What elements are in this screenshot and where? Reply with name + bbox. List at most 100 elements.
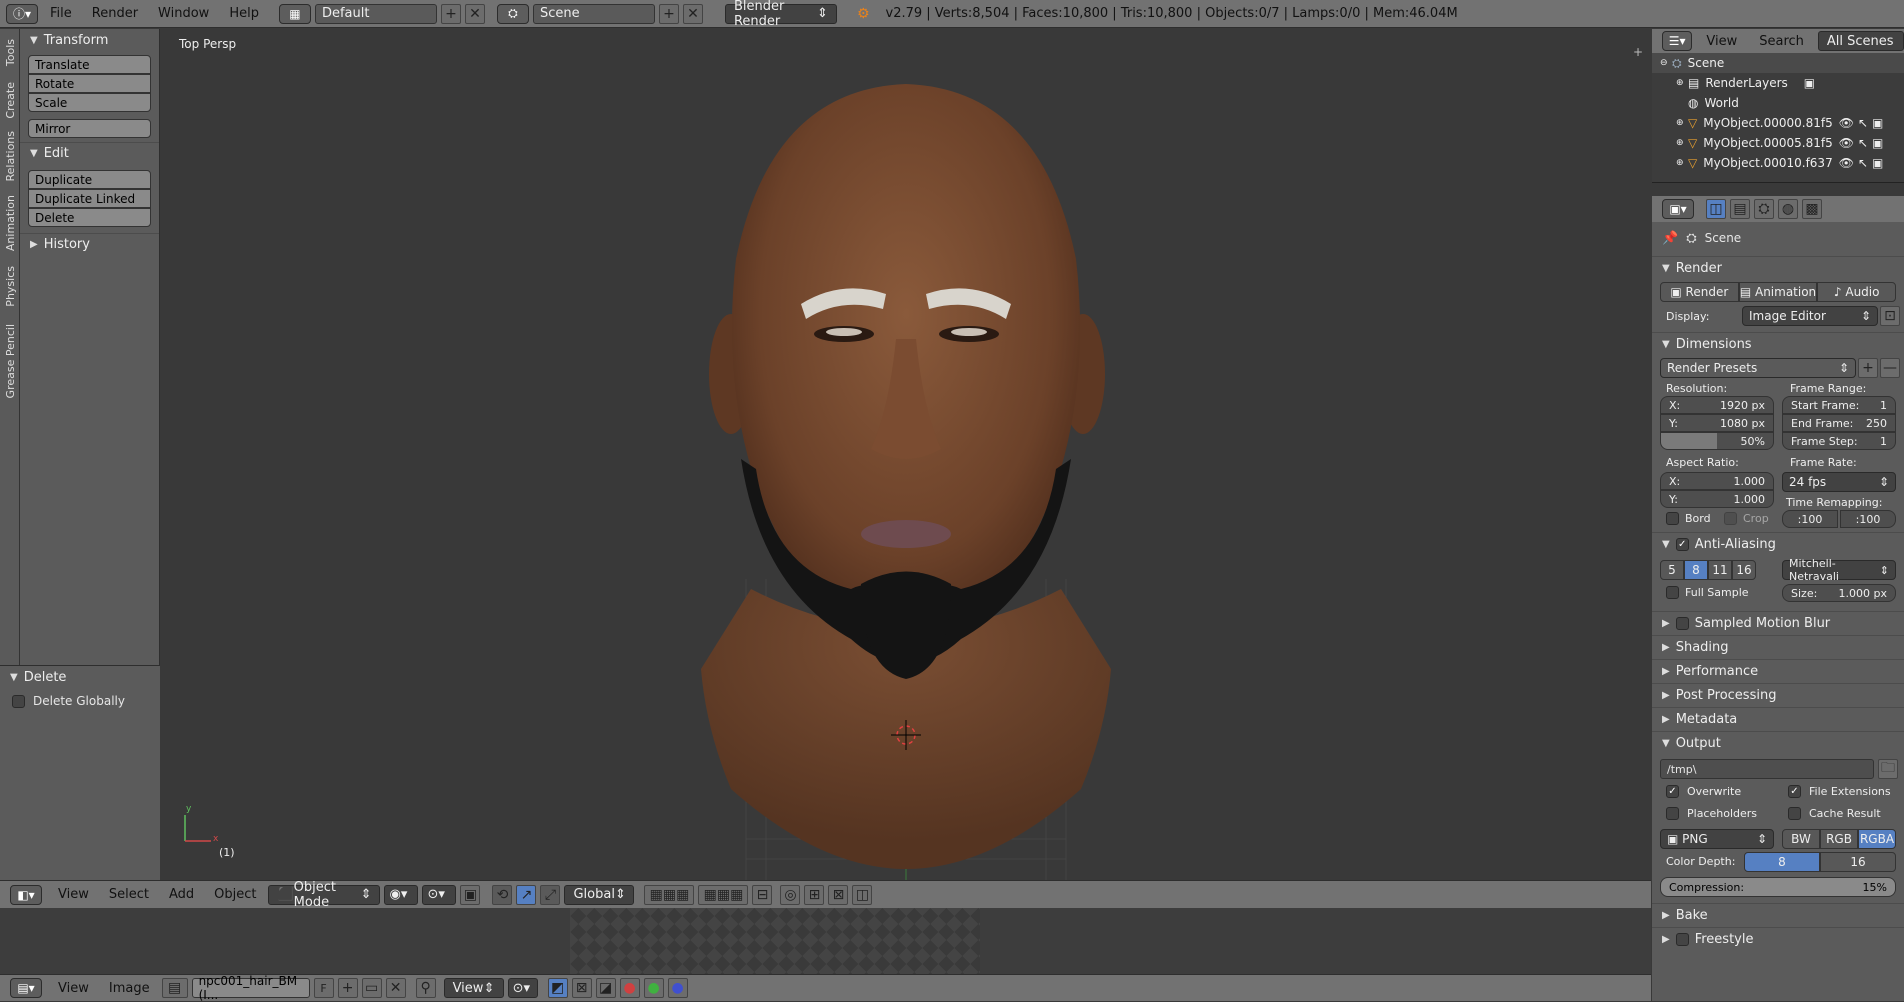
border-option[interactable]: Bord — [1666, 512, 1711, 525]
layers-grid-2-icon[interactable]: ▦▦▦ — [698, 884, 749, 905]
compression-slider[interactable]: Compression: 15% — [1660, 877, 1896, 897]
outliner-item-object[interactable]: ⊕ ▽ MyObject.00010.f637 👁 ↖ ▣ — [1652, 153, 1904, 173]
delete-globally-option[interactable]: Delete Globally — [0, 694, 160, 708]
delete-button[interactable]: Delete — [28, 208, 151, 227]
tab-create[interactable]: Create — [0, 77, 20, 123]
menu-add[interactable]: Add — [161, 887, 202, 902]
cache-result-checkbox[interactable] — [1788, 807, 1801, 820]
duplicate-linked-button[interactable]: Duplicate Linked — [28, 189, 151, 208]
menu-view-image[interactable]: View — [50, 981, 97, 996]
color-mode-rgba[interactable]: RGBA — [1858, 829, 1896, 849]
green-channel-icon[interactable]: ● — [643, 978, 664, 998]
overwrite-checkbox[interactable]: ✓ — [1666, 785, 1679, 798]
display-dropdown[interactable]: Image Editor ⇕ — [1742, 306, 1878, 326]
image-view-mode-dropdown[interactable]: View ⇕ — [443, 978, 504, 998]
open-image-icon[interactable]: ▭ — [361, 978, 382, 998]
freestyle-checkbox[interactable] — [1675, 933, 1689, 946]
render-presets-dropdown[interactable]: Render Presets ⇕ — [1660, 358, 1856, 378]
snap-icon[interactable]: ⊞ — [804, 884, 825, 905]
outliner-item-world[interactable]: ◍ World — [1652, 93, 1904, 113]
delete-globally-checkbox[interactable] — [12, 694, 25, 708]
tab-animation[interactable]: Animation — [0, 189, 20, 257]
add-layout-icon[interactable]: + — [440, 3, 461, 24]
shading-panel-header[interactable]: ▶ Shading — [1652, 635, 1904, 659]
render-camera-icon[interactable]: ▣ — [1872, 156, 1883, 170]
cache-result-option[interactable]: Cache Result — [1788, 807, 1881, 820]
color-mode-bw[interactable]: BW — [1782, 829, 1820, 849]
draw-channels-color-icon[interactable]: ◩ — [547, 978, 568, 998]
pivot-icon[interactable]: ⊙▾ — [507, 978, 538, 998]
anti-aliasing-checkbox[interactable]: ✓ — [1675, 538, 1689, 551]
metadata-panel-header[interactable]: ▶ Metadata — [1652, 707, 1904, 731]
menu-object[interactable]: Object — [206, 887, 264, 902]
remove-preset-icon[interactable]: — — [1880, 358, 1900, 378]
visibility-eye-icon[interactable]: 👁 — [1839, 136, 1854, 150]
select-arrow-icon[interactable]: ↖ — [1858, 156, 1868, 170]
aspect-x-field[interactable]: X: 1.000 — [1660, 472, 1774, 490]
3d-viewport[interactable]: Top Persp y x (1) + — [161, 29, 1651, 880]
browse-folder-icon[interactable]: 🗀 — [1878, 759, 1898, 779]
aa-samples-5[interactable]: 5 — [1660, 560, 1684, 580]
draw-channels-alpha-icon[interactable]: ⊠ — [571, 978, 592, 998]
menu-view[interactable]: View — [50, 887, 97, 902]
outliner-item-scene[interactable]: ⊖ ⛭ Scene — [1652, 53, 1904, 73]
outliner-item-object[interactable]: ⊕ ▽ MyObject.00005.81f5 👁 ↖ ▣ — [1652, 133, 1904, 153]
add-preset-icon[interactable]: + — [1858, 358, 1878, 378]
duplicate-button[interactable]: Duplicate — [28, 170, 151, 189]
overwrite-option[interactable]: ✓ Overwrite — [1666, 785, 1741, 798]
menu-help[interactable]: Help — [221, 6, 267, 21]
render-panel-header[interactable]: ▼ Render — [1652, 256, 1904, 280]
remove-layout-icon[interactable]: ✕ — [464, 3, 485, 24]
file-format-dropdown[interactable]: ▣ PNG ⇕ — [1660, 829, 1774, 849]
new-image-icon[interactable]: + — [337, 978, 358, 998]
manipulator-toggle-icon[interactable]: ▣ — [460, 884, 481, 905]
crop-checkbox[interactable] — [1724, 512, 1737, 525]
dimensions-panel-header[interactable]: ▼ Dimensions — [1652, 332, 1904, 356]
start-frame-field[interactable]: Start Frame: 1 — [1782, 396, 1896, 414]
history-panel-header[interactable]: ▶ History — [20, 233, 159, 255]
screen-layout-field[interactable]: Default — [314, 3, 437, 24]
render-layers-tab-icon[interactable]: ▤ — [1730, 199, 1750, 219]
scene-tab-icon[interactable]: ⛭ — [1754, 199, 1774, 219]
render-camera-icon[interactable]: ▣ — [1872, 136, 1883, 150]
file-extensions-checkbox[interactable]: ✓ — [1788, 785, 1801, 798]
audio-button[interactable]: ♪ Audio — [1817, 282, 1897, 302]
menu-image[interactable]: Image — [101, 981, 158, 996]
transform-panel-header[interactable]: ▼ Transform — [20, 29, 159, 51]
blue-channel-icon[interactable]: ● — [667, 978, 688, 998]
scene-field[interactable]: Scene — [532, 3, 655, 24]
rotate-manipulator-icon[interactable]: ↗ — [516, 884, 537, 905]
tab-tools[interactable]: Tools — [0, 33, 20, 73]
resolution-y-field[interactable]: Y: 1080 px — [1660, 414, 1774, 432]
scale-manipulator-icon[interactable]: ⤢ — [540, 884, 561, 905]
freestyle-panel-header[interactable]: ▶ Freestyle — [1652, 927, 1904, 951]
render-engine-dropdown[interactable]: Blender Render ⇕ — [724, 0, 837, 29]
scene-icon[interactable]: ⛭ — [496, 3, 529, 24]
crop-option[interactable]: Crop — [1724, 512, 1769, 525]
end-frame-field[interactable]: End Frame: 250 — [1782, 414, 1896, 432]
output-path-field[interactable]: /tmp\ — [1660, 759, 1874, 779]
view3d-editor-type-button[interactable]: ◧▾ — [10, 884, 42, 905]
visibility-eye-icon[interactable]: 👁 — [1839, 116, 1854, 130]
full-sample-checkbox[interactable] — [1666, 586, 1679, 599]
select-arrow-icon[interactable]: ↖ — [1858, 136, 1868, 150]
pin-image-icon[interactable]: ⚲ — [415, 978, 436, 998]
layers-grid-icon[interactable]: ▦▦▦ — [644, 884, 695, 905]
image-browse-icon[interactable]: ▤ — [161, 978, 188, 998]
transform-orientation-dropdown[interactable]: Global ⇕ — [564, 884, 635, 905]
add-scene-icon[interactable]: + — [658, 3, 679, 24]
motion-blur-checkbox[interactable] — [1675, 617, 1689, 630]
render-button[interactable]: ▣ Render — [1660, 282, 1739, 302]
tab-grease-pencil[interactable]: Grease Pencil — [0, 315, 20, 407]
aa-samples-11[interactable]: 11 — [1708, 560, 1732, 580]
output-panel-header[interactable]: ▼ Output — [1652, 731, 1904, 755]
aa-samples-8[interactable]: 8 — [1684, 560, 1708, 580]
border-checkbox[interactable] — [1666, 512, 1679, 525]
info-editor-type-button[interactable]: ⓘ▾ — [6, 3, 38, 24]
edit-panel-header[interactable]: ▼ Edit — [20, 142, 159, 164]
tab-relations[interactable]: Relations — [0, 125, 20, 187]
fake-user-button[interactable]: F — [313, 978, 334, 998]
outliner-display-mode-dropdown[interactable]: All Scenes — [1817, 31, 1904, 51]
mirror-button[interactable]: Mirror — [28, 119, 151, 138]
resolution-x-field[interactable]: X: 1920 px — [1660, 396, 1774, 414]
